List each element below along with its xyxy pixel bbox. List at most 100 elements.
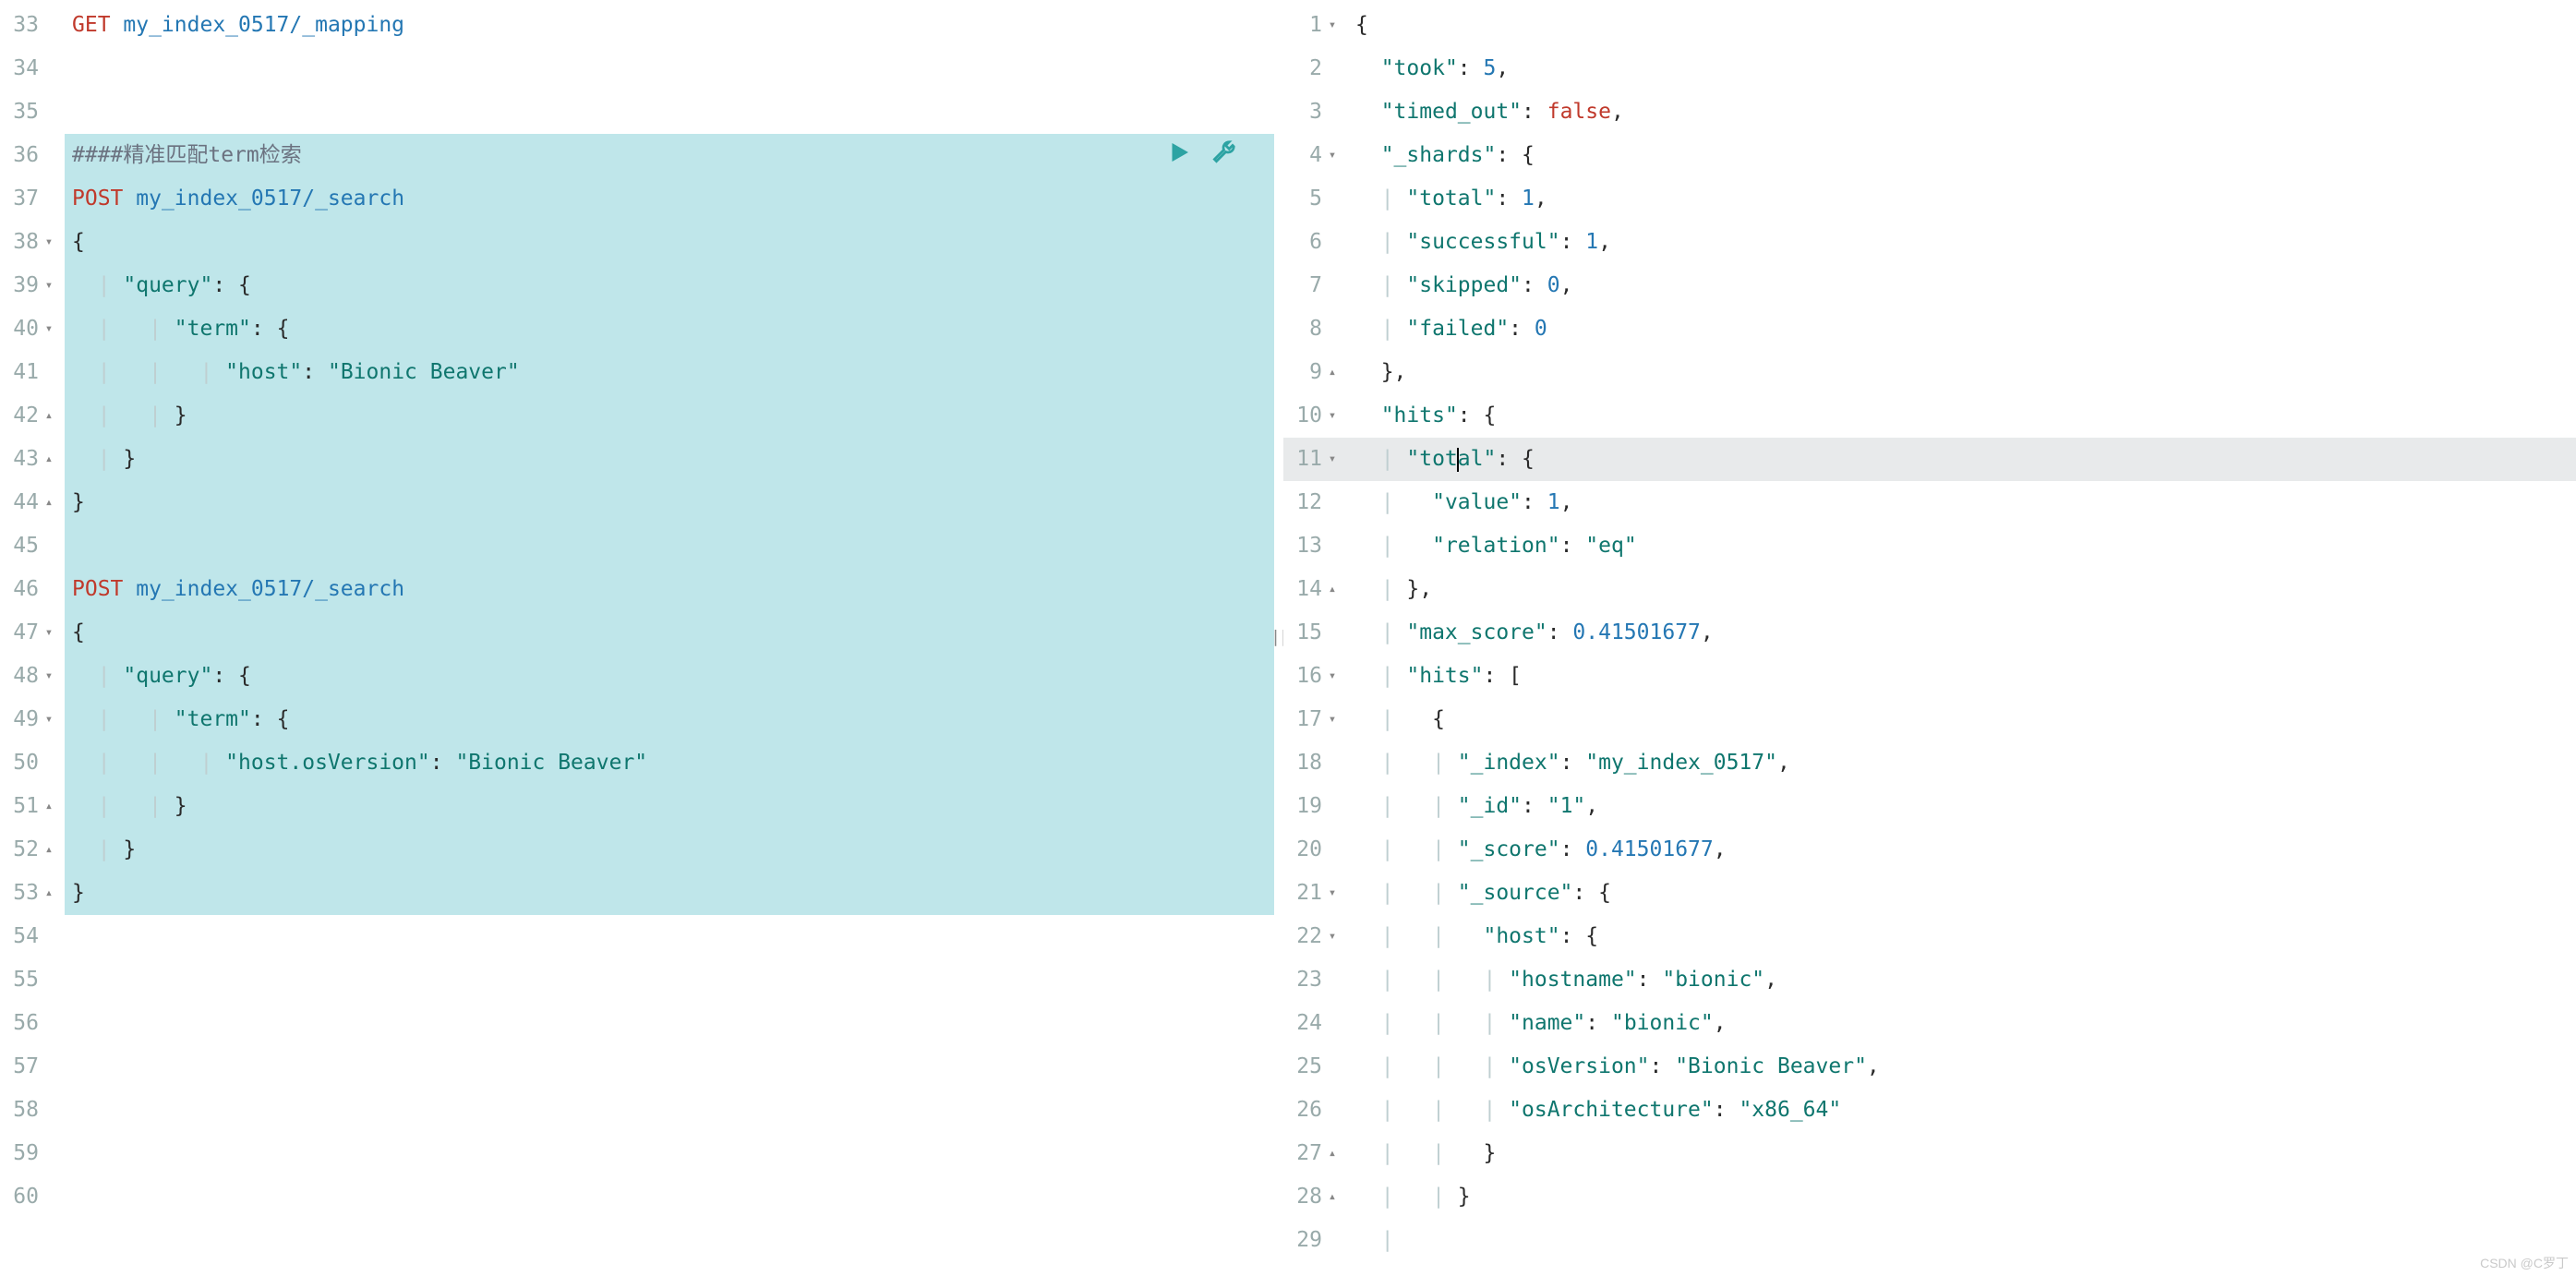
code-line[interactable]: | | "_score": 0.41501677, bbox=[1348, 828, 2576, 872]
line-number: 50 bbox=[0, 741, 65, 785]
code-line[interactable]: "hits": { bbox=[1348, 394, 2576, 438]
code-line[interactable]: } bbox=[65, 481, 1274, 524]
code-line[interactable]: | "max_score": 0.41501677, bbox=[1348, 611, 2576, 655]
code-line[interactable] bbox=[65, 1002, 1274, 1045]
code-line[interactable]: | } bbox=[65, 438, 1274, 481]
left-code[interactable]: GET my_index_0517/_mapping ####精准匹配term检索… bbox=[65, 0, 1274, 1276]
line-number: 8 bbox=[1283, 307, 1348, 351]
code-line[interactable]: } bbox=[65, 872, 1274, 915]
code-line[interactable]: GET my_index_0517/_mapping bbox=[65, 4, 1274, 47]
code-line[interactable]: | "query": { bbox=[65, 264, 1274, 307]
code-line[interactable]: | | | "host.osVersion": "Bionic Beaver" bbox=[65, 741, 1274, 785]
play-icon[interactable] bbox=[1165, 138, 1193, 172]
code-line[interactable]: | "total": { bbox=[1348, 438, 2576, 481]
code-line[interactable]: | "query": { bbox=[65, 655, 1274, 698]
code-line[interactable]: }, bbox=[1348, 351, 2576, 394]
code-line[interactable]: | | "term": { bbox=[65, 307, 1274, 351]
run-actions bbox=[1165, 134, 1237, 177]
code-line[interactable]: | | } bbox=[1348, 1175, 2576, 1219]
fold-toggle-icon[interactable]: ▾ bbox=[42, 235, 55, 249]
line-number: 36 bbox=[0, 134, 65, 177]
code-line[interactable]: | | "_index": "my_index_0517", bbox=[1348, 741, 2576, 785]
code-line[interactable] bbox=[65, 90, 1274, 134]
code-line[interactable]: | "skipped": 0, bbox=[1348, 264, 2576, 307]
code-line[interactable] bbox=[65, 1132, 1274, 1175]
fold-toggle-icon[interactable]: ▾ bbox=[1326, 18, 1339, 32]
code-line[interactable] bbox=[65, 524, 1274, 568]
fold-toggle-icon[interactable]: ▴ bbox=[1326, 1146, 1339, 1161]
code-line[interactable]: POST my_index_0517/_search bbox=[65, 568, 1274, 611]
code-line[interactable]: | | } bbox=[65, 394, 1274, 438]
fold-toggle-icon[interactable]: ▴ bbox=[42, 451, 55, 466]
code-line[interactable]: | | "_id": "1", bbox=[1348, 785, 2576, 828]
code-line[interactable]: | | | "host": "Bionic Beaver" bbox=[65, 351, 1274, 394]
fold-toggle-icon[interactable]: ▴ bbox=[42, 408, 55, 423]
code-line[interactable]: POST my_index_0517/_search bbox=[65, 177, 1274, 221]
left-gutter: 333435363738▾39▾40▾4142▴43▴44▴454647▾48▾… bbox=[0, 0, 65, 1276]
code-line[interactable]: | bbox=[1348, 1219, 2576, 1262]
request-editor[interactable]: 333435363738▾39▾40▾4142▴43▴44▴454647▾48▾… bbox=[0, 0, 1274, 1276]
code-line[interactable]: ####精准匹配term检索 bbox=[65, 134, 1274, 177]
code-line[interactable]: | | "_source": { bbox=[1348, 872, 2576, 915]
pane-splitter[interactable]: || bbox=[1274, 0, 1283, 1276]
fold-toggle-icon[interactable]: ▾ bbox=[1326, 148, 1339, 163]
fold-toggle-icon[interactable]: ▴ bbox=[42, 799, 55, 813]
fold-toggle-icon[interactable]: ▾ bbox=[1326, 929, 1339, 944]
code-line[interactable]: | "value": 1, bbox=[1348, 481, 2576, 524]
fold-toggle-icon[interactable]: ▾ bbox=[1326, 408, 1339, 423]
code-line[interactable] bbox=[65, 1175, 1274, 1219]
line-number: 53▴ bbox=[0, 872, 65, 915]
code-line[interactable]: | { bbox=[1348, 698, 2576, 741]
code-line[interactable]: "_shards": { bbox=[1348, 134, 2576, 177]
code-line[interactable]: | | | "hostname": "bionic", bbox=[1348, 958, 2576, 1002]
code-line[interactable]: "timed_out": false, bbox=[1348, 90, 2576, 134]
fold-toggle-icon[interactable]: ▾ bbox=[42, 321, 55, 336]
line-number: 49▾ bbox=[0, 698, 65, 741]
code-line[interactable] bbox=[65, 958, 1274, 1002]
code-line[interactable]: "took": 5, bbox=[1348, 47, 2576, 90]
code-line[interactable]: | | | "name": "bionic", bbox=[1348, 1002, 2576, 1045]
code-line[interactable] bbox=[65, 1089, 1274, 1132]
line-number: 39▾ bbox=[0, 264, 65, 307]
fold-toggle-icon[interactable]: ▾ bbox=[42, 668, 55, 683]
fold-toggle-icon[interactable]: ▾ bbox=[1326, 712, 1339, 727]
line-number: 18 bbox=[1283, 741, 1348, 785]
code-line[interactable]: | "relation": "eq" bbox=[1348, 524, 2576, 568]
response-viewer[interactable]: 1▾234▾56789▴10▾11▾121314▴1516▾17▾1819202… bbox=[1283, 0, 2576, 1276]
code-line[interactable]: { bbox=[65, 611, 1274, 655]
code-line[interactable] bbox=[65, 47, 1274, 90]
fold-toggle-icon[interactable]: ▾ bbox=[42, 625, 55, 640]
fold-toggle-icon[interactable]: ▴ bbox=[1326, 1189, 1339, 1204]
code-line[interactable]: | } bbox=[65, 828, 1274, 872]
code-line[interactable]: { bbox=[1348, 4, 2576, 47]
code-line[interactable]: { bbox=[65, 221, 1274, 264]
code-line[interactable]: | "total": 1, bbox=[1348, 177, 2576, 221]
code-line[interactable]: | "hits": [ bbox=[1348, 655, 2576, 698]
fold-toggle-icon[interactable]: ▴ bbox=[42, 885, 55, 900]
code-line[interactable]: | | } bbox=[1348, 1132, 2576, 1175]
fold-toggle-icon[interactable]: ▾ bbox=[1326, 885, 1339, 900]
fold-toggle-icon[interactable]: ▴ bbox=[1326, 582, 1339, 596]
wrench-icon[interactable] bbox=[1210, 138, 1237, 172]
fold-toggle-icon[interactable]: ▾ bbox=[42, 712, 55, 727]
code-line[interactable]: | | "term": { bbox=[65, 698, 1274, 741]
line-number: 38▾ bbox=[0, 221, 65, 264]
fold-toggle-icon[interactable]: ▴ bbox=[42, 842, 55, 857]
right-code[interactable]: { "took": 5, "timed_out": false, "_shard… bbox=[1348, 0, 2576, 1276]
line-number: 43▴ bbox=[0, 438, 65, 481]
fold-toggle-icon[interactable]: ▾ bbox=[42, 278, 55, 293]
code-line[interactable]: | | | "osArchitecture": "x86_64" bbox=[1348, 1089, 2576, 1132]
code-line[interactable]: | | } bbox=[65, 785, 1274, 828]
line-number: 45 bbox=[0, 524, 65, 568]
code-line[interactable]: | | "host": { bbox=[1348, 915, 2576, 958]
code-line[interactable]: | }, bbox=[1348, 568, 2576, 611]
fold-toggle-icon[interactable]: ▾ bbox=[1326, 668, 1339, 683]
code-line[interactable]: | "failed": 0 bbox=[1348, 307, 2576, 351]
code-line[interactable] bbox=[65, 915, 1274, 958]
code-line[interactable]: | | | "osVersion": "Bionic Beaver", bbox=[1348, 1045, 2576, 1089]
fold-toggle-icon[interactable]: ▾ bbox=[1326, 451, 1339, 466]
code-line[interactable] bbox=[65, 1045, 1274, 1089]
fold-toggle-icon[interactable]: ▴ bbox=[1326, 365, 1339, 379]
code-line[interactable]: | "successful": 1, bbox=[1348, 221, 2576, 264]
fold-toggle-icon[interactable]: ▴ bbox=[42, 495, 55, 510]
